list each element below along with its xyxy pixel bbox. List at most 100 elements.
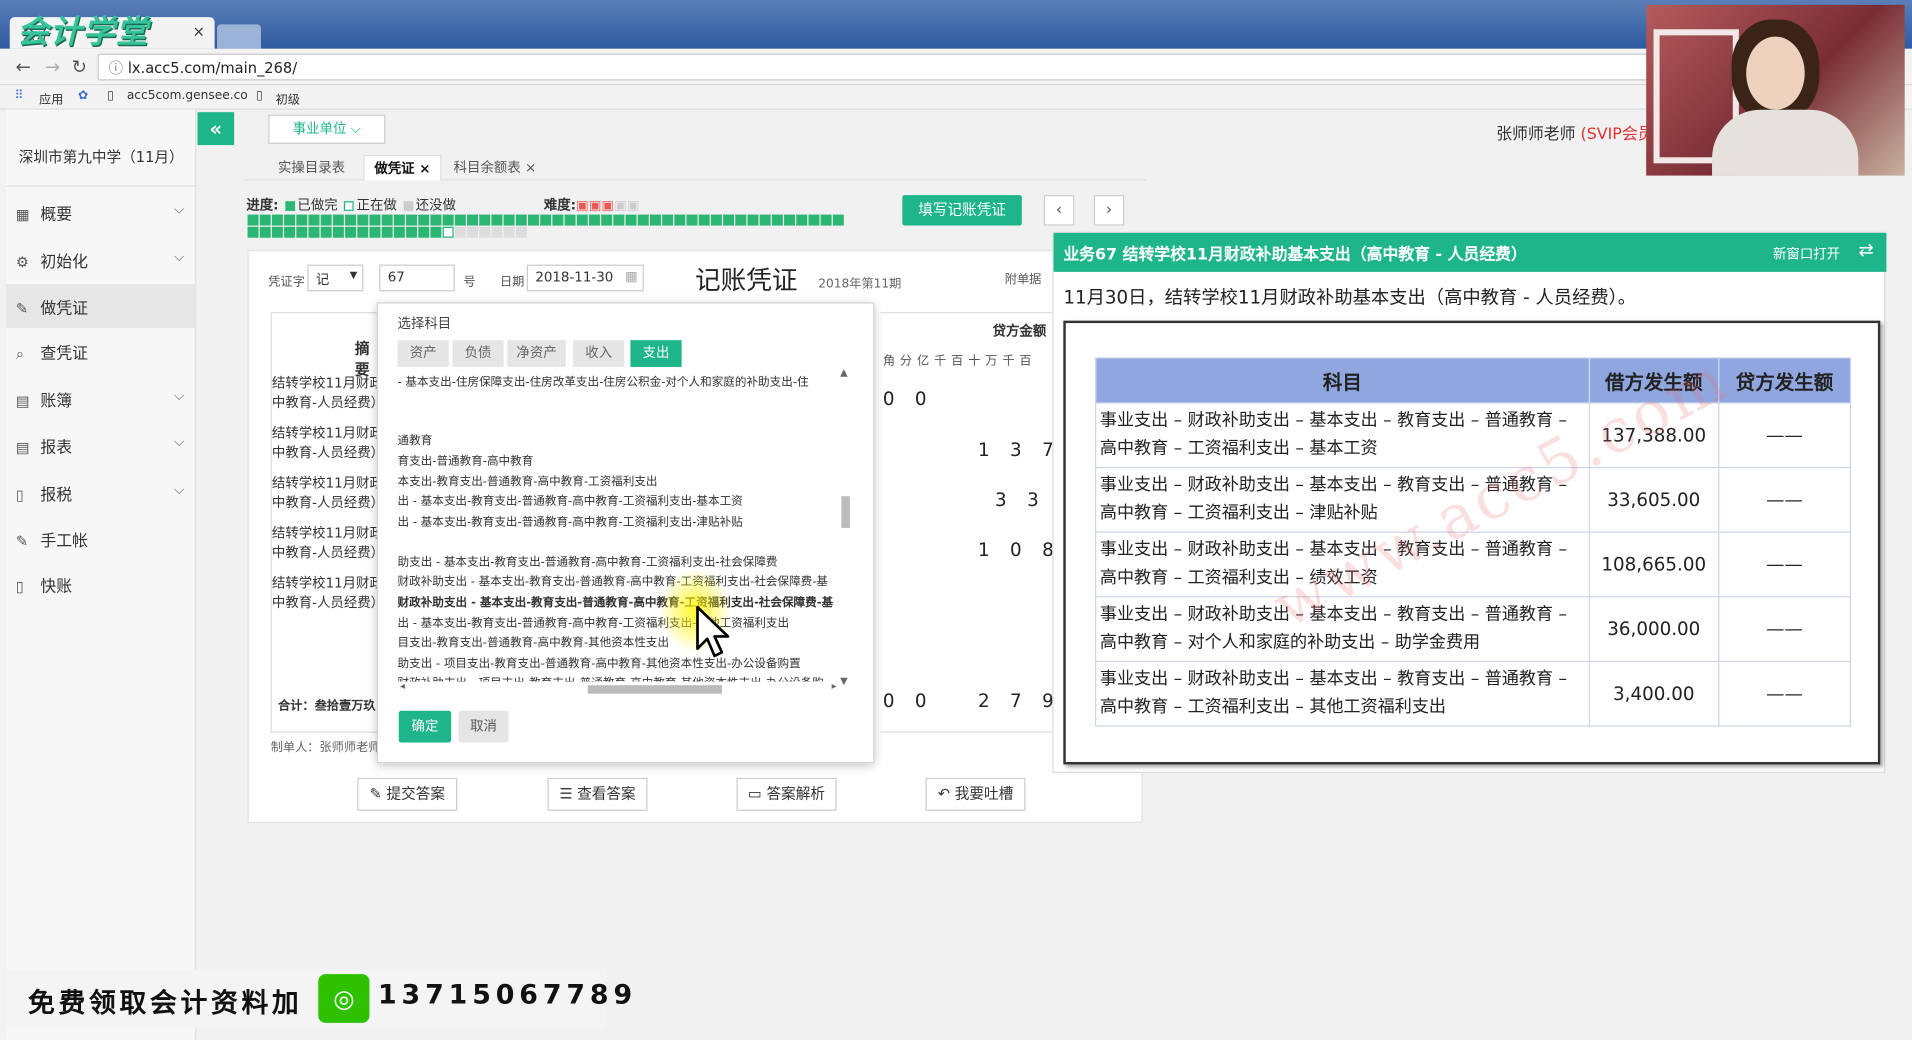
progress-cell[interactable]: [625, 214, 637, 226]
answer-analysis-button[interactable]: ▭ 答案解析: [736, 777, 837, 811]
confirm-button[interactable]: 确定: [398, 710, 452, 743]
subject-item[interactable]: 助支出 - 项目支出-教育支出-普通教育-高中教育-其他资本性支出-办公设备购置: [398, 653, 801, 670]
progress-cell[interactable]: [357, 214, 369, 226]
summary-cell[interactable]: 结转学校11月财政补助基本支出（高中教育-人员经费）: [272, 374, 382, 423]
submit-answer-button[interactable]: ✎ 提交答案: [357, 777, 458, 811]
subject-item[interactable]: 出 - 基本支出-教育支出-普通教育-高中教育-工资福利支出-基本工资: [398, 491, 743, 508]
tab-make-voucher[interactable]: 做凭证 ×: [363, 154, 442, 181]
sidebar-item-search-voucher[interactable]: ⌕ 查凭证: [6, 329, 196, 373]
progress-cell[interactable]: [759, 214, 771, 226]
progress-cell[interactable]: [832, 214, 844, 226]
sidebar-item-ledger[interactable]: ▤ 账簿 ⌵: [6, 377, 196, 421]
progress-cell[interactable]: [296, 214, 308, 226]
progress-cell[interactable]: [381, 226, 393, 238]
progress-cell[interactable]: [430, 214, 442, 226]
progress-cell[interactable]: [259, 226, 271, 238]
summary-cell[interactable]: 结转学校11月财政补助基本支出（高中教育-人员经费）: [272, 524, 382, 573]
progress-cell[interactable]: [247, 226, 259, 238]
progress-cell[interactable]: [442, 226, 454, 238]
calendar-icon[interactable]: ▦: [625, 268, 638, 284]
close-icon[interactable]: ×: [419, 161, 430, 177]
progress-cell[interactable]: [576, 214, 588, 226]
subject-item[interactable]: 财政补助支出 - 基本支出-教育支出-普通教育-高中教育-工资福利支出-社会保障…: [398, 572, 829, 588]
progress-cell[interactable]: [564, 214, 576, 226]
bookmark-chuji[interactable]: 初级: [276, 89, 300, 107]
unit-type-dropdown[interactable]: 事业单位 ⌵: [268, 114, 386, 144]
voucher-number-stepper[interactable]: 67: [379, 264, 455, 292]
progress-cell[interactable]: [418, 214, 430, 226]
scroll-up-icon[interactable]: ▲: [840, 367, 848, 378]
progress-cell[interactable]: [491, 226, 503, 238]
subject-item[interactable]: 本支出-教育支出-普通教育-高中教育-工资福利支出: [398, 472, 658, 488]
back-icon[interactable]: ←: [12, 56, 34, 78]
open-new-window-link[interactable]: 新窗口打开: [1773, 244, 1840, 264]
subject-item[interactable]: 财政补助支出 - 项目支出-教育支出-普通教育-高中教育-其他资本性支出-办公设…: [398, 673, 824, 682]
sidebar-item-quick[interactable]: ▯ 快账: [6, 562, 196, 606]
forward-icon[interactable]: →: [41, 56, 63, 78]
scrollbar-thumb[interactable]: [587, 685, 722, 694]
bookmark-gensee[interactable]: acc5com.gensee.co: [127, 89, 248, 102]
progress-cell[interactable]: [393, 214, 405, 226]
progress-cell[interactable]: [467, 226, 479, 238]
progress-cell[interactable]: [637, 214, 649, 226]
progress-cell[interactable]: [454, 214, 466, 226]
tab-net-assets[interactable]: 净资产: [507, 340, 566, 367]
progress-cell[interactable]: [662, 214, 674, 226]
sidebar-item-report[interactable]: ▤ 报表 ⌵: [6, 423, 196, 467]
progress-cell[interactable]: [771, 214, 783, 226]
bookmark-apps[interactable]: 应用: [39, 89, 63, 107]
apps-icon[interactable]: ⠿: [15, 89, 24, 102]
scroll-down-icon[interactable]: ▼: [840, 675, 848, 686]
fill-voucher-button[interactable]: 填写记账凭证: [902, 195, 1022, 226]
progress-cell[interactable]: [515, 214, 527, 226]
progress-cell[interactable]: [393, 226, 405, 238]
progress-cell[interactable]: [442, 214, 454, 226]
scroll-left-icon[interactable]: ◂: [400, 680, 405, 691]
progress-cell[interactable]: [430, 226, 442, 238]
subject-item-selected[interactable]: 财政补助支出 - 基本支出-教育支出-普通教育-高中教育-工资福利支出-社会保障…: [398, 593, 834, 609]
swap-icon[interactable]: ⇄: [1858, 239, 1873, 261]
progress-cell[interactable]: [332, 226, 344, 238]
progress-cell[interactable]: [528, 214, 539, 226]
summary-cell[interactable]: 结转学校11月财政补助基本支出（高中教育-人员经费）: [272, 474, 382, 523]
summary-cell[interactable]: 结转学校11月财政补助基本支出（高中教育-人员经费）: [272, 424, 382, 473]
progress-cell[interactable]: [674, 214, 686, 226]
progress-cell[interactable]: [540, 214, 552, 226]
progress-cell[interactable]: [613, 214, 625, 226]
progress-cell[interactable]: [601, 214, 613, 226]
sidebar-item-manual[interactable]: ✎ 手工帐: [6, 517, 196, 561]
progress-cell[interactable]: [796, 214, 808, 226]
progress-cell[interactable]: [271, 226, 283, 238]
date-input[interactable]: 2018-11-30 ▦: [526, 264, 644, 292]
progress-cell[interactable]: [284, 214, 296, 226]
progress-cell[interactable]: [406, 226, 418, 238]
debit-amount[interactable]: 0 0: [883, 388, 934, 410]
progress-cell[interactable]: [784, 214, 796, 226]
progress-cell[interactable]: [735, 214, 747, 226]
sidebar-item-tax[interactable]: ▯ 报税 ⌵: [6, 471, 196, 515]
feedback-button[interactable]: ↶ 我要吐槽: [925, 777, 1026, 811]
progress-cell[interactable]: [552, 214, 564, 226]
scrollbar-thumb[interactable]: [841, 496, 850, 528]
tab-income[interactable]: 收入: [573, 340, 625, 367]
progress-cell[interactable]: [259, 214, 271, 226]
tab-liabilities[interactable]: 负债: [452, 340, 504, 367]
progress-cell[interactable]: [345, 226, 357, 238]
progress-cell[interactable]: [588, 214, 600, 226]
tab-catalog[interactable]: 实操目录表: [268, 155, 355, 181]
subject-item[interactable]: - 基本支出-住房保障支出-住房改革支出-住房公积金-对个人和家庭的补助支出-住: [398, 372, 809, 389]
progress-cell[interactable]: [649, 214, 661, 226]
progress-cell[interactable]: [296, 226, 308, 238]
voucher-word-select[interactable]: 记 ▼: [307, 264, 364, 292]
new-tab-button[interactable]: [217, 24, 261, 49]
url-input[interactable]: ⓘ lx.acc5.com/main_268/: [97, 53, 1683, 81]
progress-cell[interactable]: [710, 214, 722, 226]
subject-item[interactable]: 出 - 基本支出-教育支出-普通教育-高中教育-工资福利支出-津贴补贴: [398, 512, 743, 529]
progress-cell[interactable]: [320, 226, 332, 238]
collapse-sidebar-button[interactable]: «: [197, 112, 235, 146]
tab-expense[interactable]: 支出: [630, 340, 682, 367]
subject-item[interactable]: 助支出 - 基本支出-教育支出-普通教育-高中教育-工资福利支出-社会保障费: [398, 552, 778, 569]
progress-cell[interactable]: [503, 214, 515, 226]
progress-cell[interactable]: [357, 226, 369, 238]
summary-cell[interactable]: 结转学校11月财政补助基本支出（高中教育-人员经费）: [272, 574, 382, 623]
